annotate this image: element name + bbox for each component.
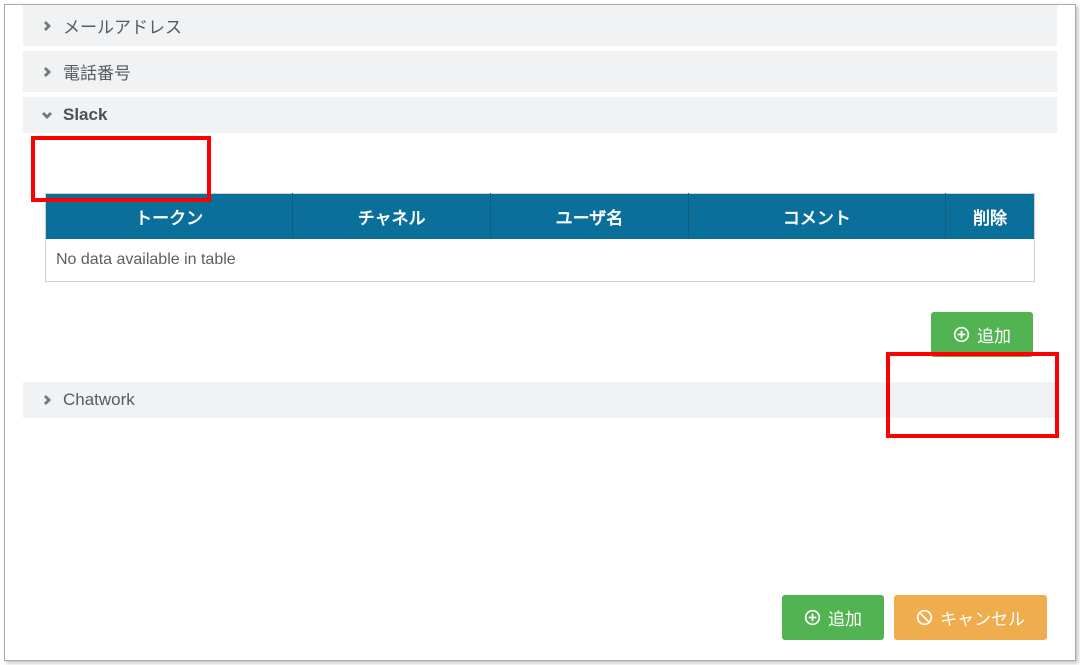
table-header-comment: コメント bbox=[688, 194, 945, 240]
footer-actions: 追加 キャンセル bbox=[782, 595, 1047, 640]
accordion-label: メールアドレス bbox=[63, 13, 182, 38]
slack-table: トークン チャネル ユーザ名 コメント 削除 No data available… bbox=[45, 193, 1035, 282]
button-label: 追加 bbox=[828, 605, 862, 630]
table-row-empty: No data available in table bbox=[46, 239, 1035, 282]
plus-circle-icon bbox=[804, 609, 821, 626]
add-button[interactable]: 追加 bbox=[782, 595, 884, 640]
chevron-down-icon bbox=[41, 110, 53, 120]
accordion-item-phone[interactable]: 電話番号 bbox=[23, 51, 1057, 92]
table-header-username: ユーザ名 bbox=[491, 194, 689, 240]
add-row-button[interactable]: 追加 bbox=[931, 312, 1033, 357]
table-header-token: トークン bbox=[46, 194, 293, 240]
button-label: キャンセル bbox=[940, 605, 1025, 630]
cancel-circle-icon bbox=[916, 609, 933, 626]
accordion-label: Chatwork bbox=[63, 390, 135, 410]
accordion-label: 電話番号 bbox=[63, 59, 131, 84]
button-label: 追加 bbox=[977, 322, 1011, 347]
cancel-button[interactable]: キャンセル bbox=[894, 595, 1047, 640]
plus-circle-icon bbox=[953, 326, 970, 343]
table-header-row: トークン チャネル ユーザ名 コメント 削除 bbox=[46, 194, 1035, 240]
table-empty-message: No data available in table bbox=[46, 239, 1035, 282]
chevron-right-icon bbox=[41, 395, 53, 405]
accordion-label: Slack bbox=[63, 105, 107, 125]
accordion-item-chatwork[interactable]: Chatwork bbox=[23, 382, 1057, 418]
accordion-item-email[interactable]: メールアドレス bbox=[23, 5, 1057, 46]
slack-panel: トークン チャネル ユーザ名 コメント 削除 No data available… bbox=[5, 138, 1075, 377]
table-header-channel: チャネル bbox=[293, 194, 491, 240]
accordion-item-slack[interactable]: Slack bbox=[23, 97, 1057, 133]
table-header-delete: 削除 bbox=[945, 194, 1034, 240]
chevron-right-icon bbox=[41, 67, 53, 77]
chevron-right-icon bbox=[41, 21, 53, 31]
